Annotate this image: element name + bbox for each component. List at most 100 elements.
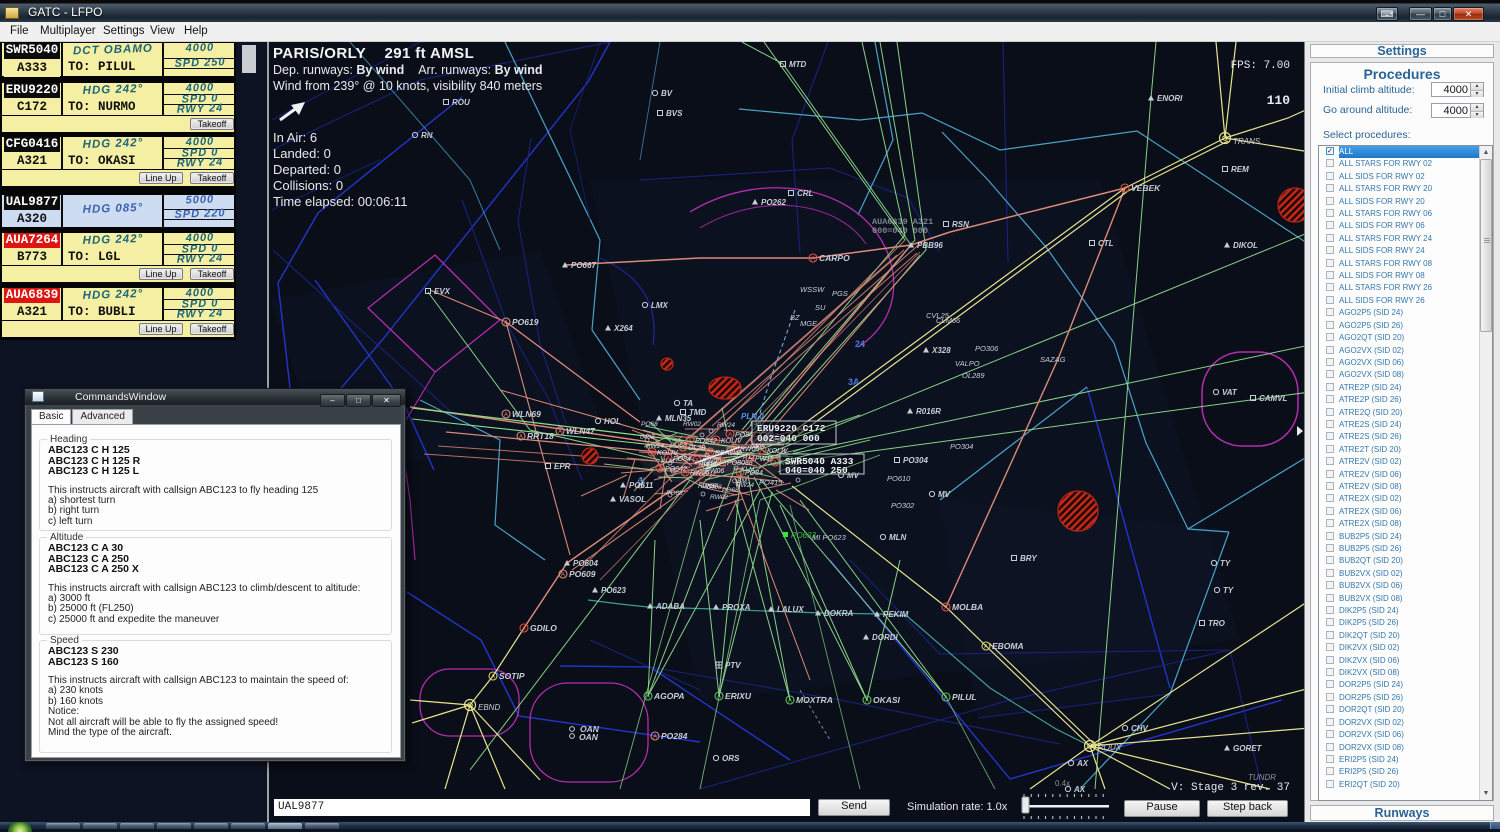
svg-text:PO68: PO68 bbox=[641, 421, 658, 428]
svg-text:SOTIP: SOTIP bbox=[499, 671, 525, 681]
svg-text:DOKRA: DOKRA bbox=[824, 609, 854, 618]
svg-text:TA: TA bbox=[683, 399, 693, 408]
svg-text:BZ: BZ bbox=[790, 313, 800, 322]
svg-text:LALUX: LALUX bbox=[777, 605, 804, 614]
svg-text:RW02: RW02 bbox=[683, 421, 701, 428]
svg-text:MLN: MLN bbox=[889, 533, 907, 542]
svg-text:ROUX: ROUX bbox=[1098, 743, 1122, 752]
svg-text:CARPO: CARPO bbox=[819, 253, 850, 263]
svg-text:PTV: PTV bbox=[725, 661, 741, 670]
svg-text:A: A bbox=[788, 698, 792, 704]
svg-text:MI PO623: MI PO623 bbox=[812, 533, 847, 542]
svg-text:PO262: PO262 bbox=[761, 198, 786, 207]
svg-text:EBOMA: EBOMA bbox=[992, 641, 1024, 651]
svg-text:HOL: HOL bbox=[604, 417, 621, 426]
svg-text:BVS: BVS bbox=[666, 109, 683, 118]
svg-text:PO609: PO609 bbox=[569, 569, 596, 579]
svg-text:PLN 0: PLN 0 bbox=[741, 412, 764, 421]
svg-text:Departed: 0: Departed: 0 bbox=[273, 162, 341, 177]
svg-text:FPS: 7.00: FPS: 7.00 bbox=[1231, 60, 1290, 72]
svg-text:RSN: RSN bbox=[952, 220, 969, 229]
svg-text:CRL: CRL bbox=[797, 189, 814, 198]
svg-text:X264: X264 bbox=[613, 324, 633, 333]
svg-text:BV: BV bbox=[661, 89, 673, 98]
svg-text:TUNDR: TUNDR bbox=[1248, 773, 1276, 782]
svg-text:WSSW: WSSW bbox=[800, 285, 825, 294]
svg-text:A: A bbox=[865, 698, 869, 704]
svg-text:CAMVL: CAMVL bbox=[1259, 394, 1288, 403]
svg-text:MGE: MGE bbox=[800, 319, 818, 328]
svg-text:PO304: PO304 bbox=[950, 442, 973, 451]
svg-text:000=040 000: 000=040 000 bbox=[872, 226, 928, 236]
svg-text:ENORI: ENORI bbox=[1157, 94, 1183, 103]
svg-text:A: A bbox=[653, 734, 657, 740]
svg-text:RW02: RW02 bbox=[710, 494, 728, 501]
svg-text:PROXA: PROXA bbox=[722, 603, 751, 612]
svg-text:PGS: PGS bbox=[832, 289, 848, 298]
svg-text:Dep. runways: By wind Arr.: Dep. runways: By wind Arr. runways: By w… bbox=[273, 63, 543, 77]
svg-text:TRANS: TRANS bbox=[1233, 137, 1261, 146]
svg-text:3A: 3A bbox=[848, 377, 860, 387]
svg-text:110: 110 bbox=[1267, 93, 1291, 108]
svg-text:A: A bbox=[646, 694, 650, 700]
svg-text:MOXTRA: MOXTRA bbox=[796, 695, 833, 705]
svg-text:PO302: PO302 bbox=[891, 501, 915, 510]
svg-text:VALPO: VALPO bbox=[955, 359, 980, 368]
svg-text:ROU: ROU bbox=[452, 98, 470, 107]
svg-text:In Air: 6: In Air: 6 bbox=[273, 130, 317, 145]
svg-text:0408: 0408 bbox=[640, 434, 655, 441]
svg-text:A: A bbox=[1123, 186, 1127, 192]
svg-text:RRT18: RRT18 bbox=[527, 431, 554, 441]
svg-text:MOLBA: MOLBA bbox=[952, 602, 983, 612]
svg-text:PO284: PO284 bbox=[661, 731, 688, 741]
svg-text:ORS: ORS bbox=[722, 754, 740, 763]
svg-text:PO610: PO610 bbox=[887, 474, 911, 483]
svg-text:Collisions: 0: Collisions: 0 bbox=[273, 178, 343, 193]
svg-text:WLN69: WLN69 bbox=[512, 409, 541, 419]
svg-text:OL289: OL289 bbox=[962, 371, 985, 380]
svg-text:CVL25: CVL25 bbox=[926, 311, 950, 320]
svg-text:PILUL: PILUL bbox=[952, 692, 977, 702]
svg-text:SAZAG: SAZAG bbox=[1040, 355, 1066, 364]
svg-text:LMX: LMX bbox=[651, 301, 669, 310]
svg-text:R016R: R016R bbox=[916, 407, 941, 416]
svg-text:PBB96: PBB96 bbox=[917, 241, 943, 250]
svg-text:A: A bbox=[558, 429, 562, 435]
svg-text:VAT: VAT bbox=[1222, 388, 1238, 397]
svg-text:PO667: PO667 bbox=[571, 261, 596, 270]
svg-text:PO604: PO604 bbox=[573, 559, 598, 568]
svg-text:AGOPA: AGOPA bbox=[653, 691, 685, 701]
svg-text:RW24: RW24 bbox=[717, 422, 735, 429]
svg-text:GORET: GORET bbox=[1233, 744, 1263, 753]
svg-text:MTD: MTD bbox=[789, 60, 807, 69]
svg-text:MV: MV bbox=[938, 490, 951, 499]
svg-text:DORDI: DORDI bbox=[872, 633, 899, 642]
svg-text:Landed: 0: Landed: 0 bbox=[273, 146, 331, 161]
svg-text:PO304: PO304 bbox=[903, 456, 928, 465]
svg-text:BRY: BRY bbox=[1020, 554, 1037, 563]
svg-text:A: A bbox=[504, 320, 508, 326]
svg-text:GDILO: GDILO bbox=[530, 623, 557, 633]
svg-text:Wind from 239° @ 10 knots, vis: Wind from 239° @ 10 knots, visibility 84… bbox=[273, 79, 542, 93]
svg-text:PO306: PO306 bbox=[975, 344, 999, 353]
svg-text:TY: TY bbox=[1220, 559, 1231, 568]
svg-text:EPR: EPR bbox=[554, 462, 571, 471]
svg-text:0.4x: 0.4x bbox=[1055, 779, 1070, 788]
svg-text:CTL: CTL bbox=[1098, 239, 1114, 248]
svg-text:EVX: EVX bbox=[434, 287, 451, 296]
svg-text:CHV: CHV bbox=[1131, 724, 1149, 733]
svg-text:WLN47: WLN47 bbox=[566, 426, 596, 436]
svg-text:X328: X328 bbox=[931, 346, 951, 355]
svg-text:A: A bbox=[944, 605, 948, 611]
svg-text:Time elapsed: 00:06:11: Time elapsed: 00:06:11 bbox=[273, 194, 407, 209]
svg-text:A: A bbox=[561, 572, 565, 578]
svg-text:VEBEK: VEBEK bbox=[1131, 183, 1161, 193]
svg-text:TY: TY bbox=[1223, 586, 1234, 595]
svg-text:PEKIM: PEKIM bbox=[883, 610, 909, 619]
svg-text:REM: REM bbox=[1231, 165, 1249, 174]
svg-text:A: A bbox=[504, 412, 508, 418]
svg-text:AI: AI bbox=[636, 476, 645, 485]
svg-text:AX: AX bbox=[1076, 759, 1089, 768]
svg-text:A: A bbox=[519, 434, 523, 440]
svg-text:TMD: TMD bbox=[689, 408, 707, 417]
